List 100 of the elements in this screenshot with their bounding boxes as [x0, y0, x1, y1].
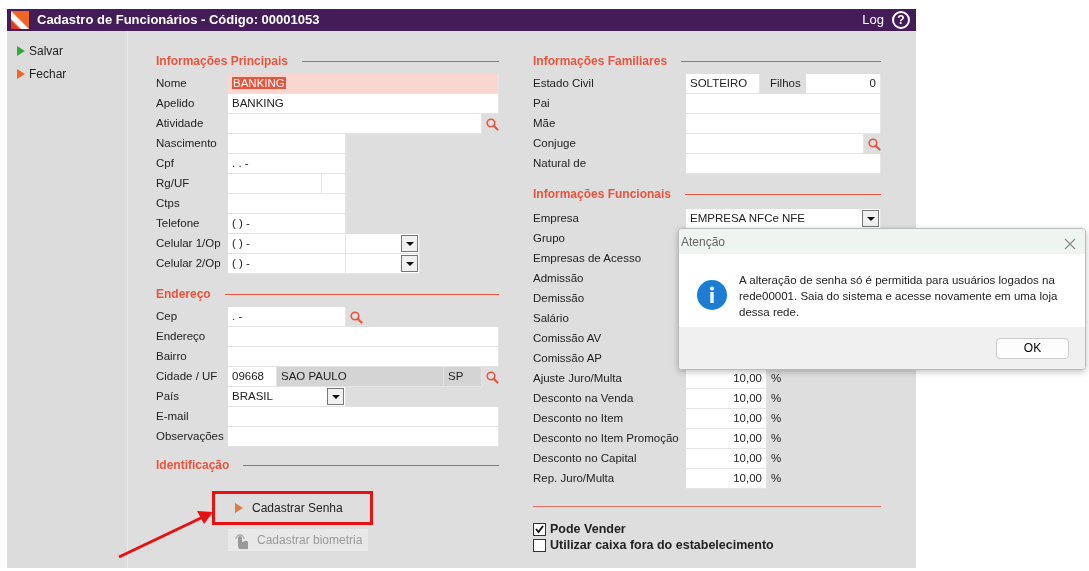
- field-label: Nascimento: [156, 136, 218, 152]
- search-icon[interactable]: [486, 370, 499, 384]
- text-field[interactable]: [228, 134, 346, 154]
- sidebar-item[interactable]: Salvar: [16, 39, 127, 62]
- text-field[interactable]: 10,00: [686, 449, 767, 469]
- field-label: Filhos: [769, 76, 802, 92]
- register-button[interactable]: Cadastrar Senha: [228, 497, 364, 519]
- unit-label: %: [771, 451, 782, 467]
- field-label: Apelido: [156, 96, 196, 112]
- section-heading: Informações Funcionais: [533, 186, 672, 203]
- search-icon[interactable]: [350, 310, 363, 324]
- text-field[interactable]: [228, 347, 499, 367]
- text-field[interactable]: 0: [806, 74, 881, 94]
- text-field[interactable]: BANKING: [228, 74, 499, 94]
- text-field[interactable]: 10,00: [686, 429, 767, 449]
- text-field[interactable]: [228, 114, 482, 134]
- text-field[interactable]: ( ) -: [228, 214, 346, 234]
- unit-label: %: [771, 411, 782, 427]
- text-field[interactable]: . -: [228, 307, 346, 327]
- checkbox[interactable]: [533, 522, 546, 536]
- text-field[interactable]: [686, 154, 881, 174]
- sidebar-item[interactable]: Fechar: [16, 62, 127, 85]
- text-field[interactable]: ( ) -: [228, 254, 346, 274]
- field-label: Bairro: [156, 349, 188, 365]
- text-field[interactable]: [228, 407, 499, 427]
- checkbox-label: Pode Vender: [550, 520, 626, 538]
- field-label: Ajuste Juro/Multa: [533, 371, 623, 387]
- text-field[interactable]: ( ) -: [228, 234, 346, 254]
- dialog-message: A alteração de senha só é permitida para usuários logados na rede00001. Saia do sistema e acesse novamente em uma loja dessa rede.: [739, 273, 1059, 320]
- field-label: Rg/UF: [156, 176, 191, 192]
- dropdown-button[interactable]: [401, 235, 418, 252]
- unit-label: %: [771, 391, 782, 407]
- text-field[interactable]: [228, 174, 322, 194]
- dropdown-value: EMPRESA NFCe NFE: [690, 211, 806, 226]
- field-label: Pai: [533, 96, 551, 112]
- text-field[interactable]: [228, 427, 499, 447]
- dropdown-button[interactable]: [401, 255, 418, 272]
- text-field[interactable]: SOLTEIRO: [686, 74, 760, 94]
- dropdown-field[interactable]: EMPRESA NFCe NFE: [686, 209, 881, 229]
- info-icon: [697, 280, 727, 310]
- field-label: Nome: [156, 76, 188, 92]
- field-label: Desconto na Venda: [533, 391, 635, 407]
- field-label: Telefone: [156, 216, 201, 232]
- field-label: Comissão AV: [533, 331, 603, 347]
- text-field[interactable]: SAO PAULO: [277, 367, 444, 387]
- text-field[interactable]: [228, 194, 346, 214]
- text-field[interactable]: BANKING: [228, 94, 499, 114]
- text-field[interactable]: 10,00: [686, 469, 767, 489]
- triangle-icon: [234, 502, 244, 514]
- text-field[interactable]: [686, 134, 864, 154]
- field-label: Salário: [533, 311, 570, 327]
- caret-icon: [405, 241, 414, 246]
- caret-icon: [405, 261, 414, 266]
- dropdown-field[interactable]: [346, 254, 420, 274]
- field-label: Observações: [156, 429, 225, 445]
- unit-label: %: [771, 471, 782, 487]
- dialog-title: Atenção: [681, 233, 726, 251]
- field-label: Desconto no Item Promoção: [533, 431, 680, 447]
- text-field[interactable]: [322, 174, 346, 194]
- section-heading: Endereço: [156, 286, 211, 303]
- field-label: Estado Civil: [533, 76, 595, 92]
- field-label: Atividade: [156, 116, 205, 132]
- field-label: Empresa: [533, 211, 581, 227]
- dropdown-button[interactable]: [327, 388, 344, 405]
- field-label: Admissão: [533, 271, 585, 287]
- section-heading: Identificação: [156, 457, 230, 474]
- field-label: Desconto no Item: [533, 411, 625, 427]
- dropdown-button[interactable]: [862, 210, 879, 227]
- text-field[interactable]: [686, 114, 881, 134]
- text-field[interactable]: . . -: [228, 154, 346, 174]
- caret-icon: [331, 394, 340, 399]
- field-label: Celular 1/Op: [156, 236, 222, 252]
- dropdown-value: BRASIL: [232, 389, 273, 404]
- field-label: Comissão AP: [533, 351, 604, 367]
- triangle-icon: [16, 44, 26, 57]
- field-label: Natural de: [533, 156, 588, 172]
- checkbox[interactable]: [533, 538, 546, 552]
- field-label: Rep. Juro/Multa: [533, 471, 616, 487]
- field-label: Cep: [156, 309, 179, 325]
- search-icon[interactable]: [868, 137, 881, 151]
- field-label: Desconto no Capital: [533, 451, 638, 467]
- log-link[interactable]: Log: [862, 10, 884, 30]
- dropdown-field[interactable]: BRASIL: [228, 387, 346, 407]
- text-field[interactable]: 10,00: [686, 369, 767, 389]
- field-label: Demissão: [533, 291, 586, 307]
- triangle-icon: [16, 67, 26, 80]
- unit-label: %: [771, 431, 782, 447]
- text-field[interactable]: [686, 94, 881, 114]
- help-icon[interactable]: ?: [892, 11, 910, 29]
- field-label: Ctps: [156, 196, 181, 212]
- window-title: Cadastro de Funcionários - Código: 00001053: [37, 11, 320, 30]
- text-field[interactable]: 10,00: [686, 409, 767, 429]
- text-field[interactable]: 10,00: [686, 389, 767, 409]
- search-icon[interactable]: [486, 117, 499, 131]
- text-field[interactable]: SP: [444, 367, 482, 387]
- text-field[interactable]: 09668: [228, 367, 277, 387]
- text-field[interactable]: [228, 327, 499, 347]
- field-label: País: [156, 389, 180, 405]
- ok-button[interactable]: OK: [996, 337, 1069, 359]
- dropdown-field[interactable]: [346, 234, 420, 254]
